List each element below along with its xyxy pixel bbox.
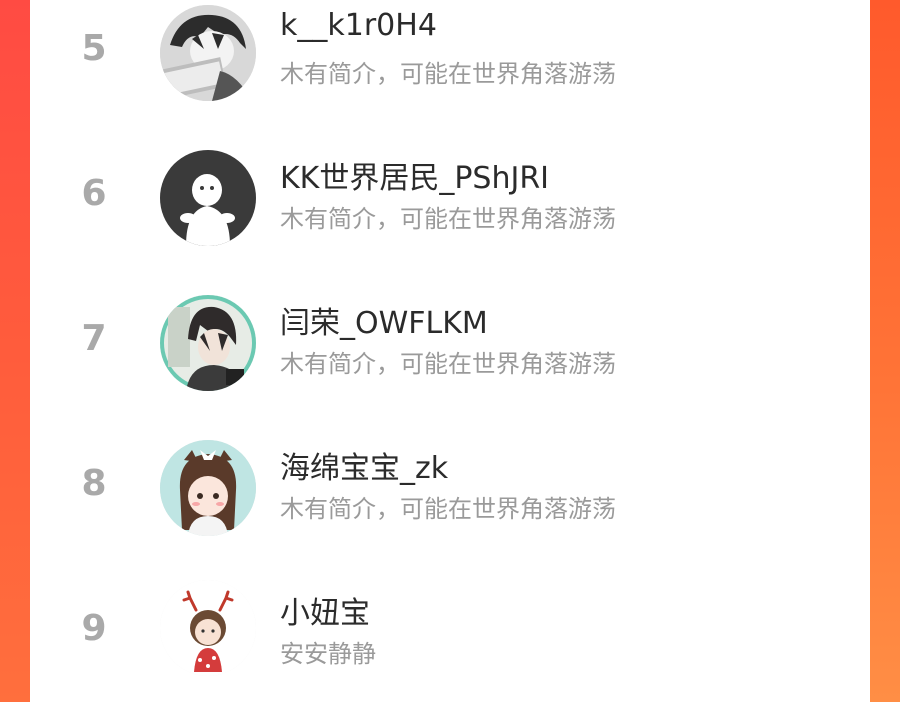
username: 闫荣_OWFLKM bbox=[280, 306, 488, 341]
rank-number: 7 bbox=[81, 318, 107, 359]
user-bio: 安安静静 bbox=[280, 640, 376, 668]
user-bio: 木有简介，可能在世界角落游荡 bbox=[280, 495, 616, 523]
default-ghost-avatar bbox=[160, 150, 256, 246]
avatar[interactable] bbox=[160, 295, 256, 391]
list-item[interactable]: 6 KK世界居民_PShJRI 木有简介，可能在世界角落游荡 bbox=[30, 145, 870, 265]
list-item[interactable]: 5 k__k1r0H4 木有简介，可能在世界角落游荡 bbox=[30, 0, 870, 120]
username: KK世界居民_PShJRI bbox=[280, 161, 550, 196]
list-item[interactable]: 7 闫荣_OWFLKM 木有简介，可能在世界角落游荡 bbox=[30, 290, 870, 410]
anime-boy-avatar bbox=[160, 295, 256, 391]
background-left-edge bbox=[0, 0, 30, 702]
list-item[interactable]: 8 海绵宝宝_zk 木有简介，可能在世界角落游荡 bbox=[30, 435, 870, 555]
rank-number: 6 bbox=[81, 173, 107, 214]
avatar[interactable] bbox=[160, 440, 256, 536]
username: 小妞宝 bbox=[280, 596, 370, 631]
ranking-card: 5 k__k1r0H4 木有简介，可能在世界角落游荡 6 KK世界居民_PShJ… bbox=[30, 0, 870, 702]
avatar[interactable] bbox=[160, 150, 256, 246]
rank-number: 9 bbox=[81, 608, 107, 649]
user-bio: 木有简介，可能在世界角落游荡 bbox=[280, 60, 616, 88]
rank-number: 8 bbox=[81, 463, 107, 504]
list-item[interactable]: 9 小妞宝 安安静静 bbox=[30, 580, 870, 700]
anime-boy-reading-avatar bbox=[160, 5, 256, 101]
background-right-edge bbox=[870, 0, 900, 702]
user-bio: 木有简介，可能在世界角落游荡 bbox=[280, 350, 616, 378]
username: k__k1r0H4 bbox=[280, 8, 437, 43]
username: 海绵宝宝_zk bbox=[280, 451, 449, 486]
avatar[interactable] bbox=[160, 580, 256, 676]
cartoon-girl-avatar bbox=[160, 440, 256, 536]
rank-number: 5 bbox=[81, 28, 107, 69]
user-bio: 木有简介，可能在世界角落游荡 bbox=[280, 205, 616, 233]
reindeer-girl-avatar bbox=[160, 580, 256, 676]
avatar[interactable] bbox=[160, 5, 256, 101]
